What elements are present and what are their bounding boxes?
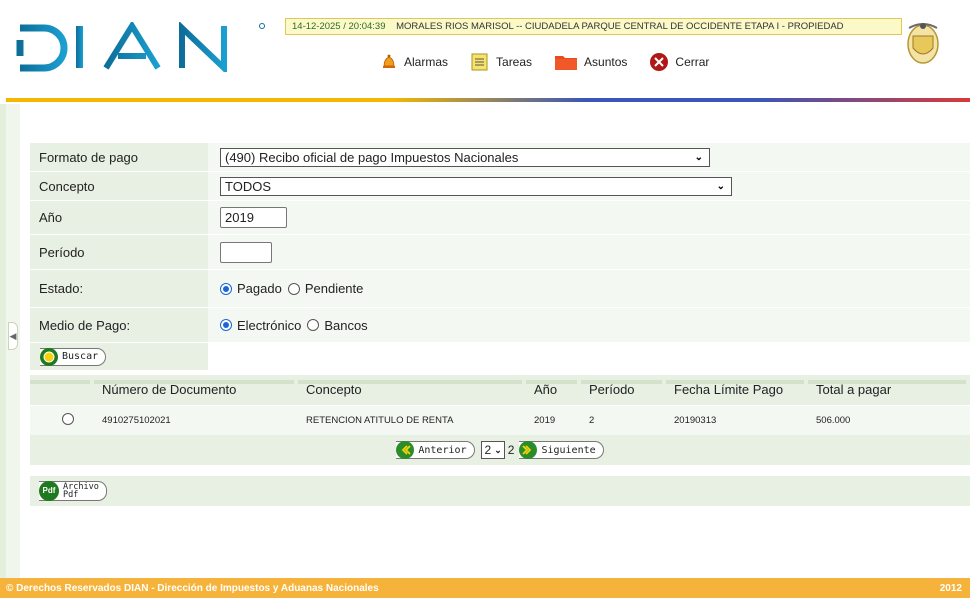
- buscar-label: Buscar: [62, 351, 99, 362]
- medio-bancos-radio[interactable]: Bancos: [307, 317, 368, 333]
- coat-of-arms-icon: [907, 23, 939, 64]
- radio-empty-icon: [62, 412, 74, 425]
- cell-periodo: 2: [581, 404, 666, 435]
- cerrar-button[interactable]: Cerrar: [649, 52, 709, 72]
- cell-anio: 2019: [526, 404, 581, 435]
- dian-logo: [16, 22, 265, 72]
- buscar-row: Buscar: [30, 343, 970, 371]
- arrow-left-icon: [396, 441, 415, 459]
- search-go-icon: [40, 347, 58, 366]
- medio-electronico-label: Electrónico: [237, 317, 302, 333]
- arrow-right-icon: [519, 441, 538, 459]
- periodo-input[interactable]: [220, 241, 272, 263]
- search-form: Formato de pago (490) Recibo oficial de …: [30, 143, 970, 371]
- estado-pagado-label: Pagado: [237, 281, 282, 296]
- periodo-row: Período: [30, 235, 970, 270]
- dian-page: 14-12-2025 / 20:04:39 MORALES RIOS MARIS…: [0, 0, 970, 598]
- header-toolbar: Alarmas Tareas Asuntos Cerrar: [380, 51, 731, 73]
- estado-label: Estado:: [30, 270, 208, 307]
- anio-row: Año 2019: [30, 201, 970, 235]
- session-info-bar: 14-12-2025 / 20:04:39 MORALES RIOS MARIS…: [285, 18, 902, 35]
- alarmas-label: Alarmas: [404, 55, 449, 69]
- pdf-label: Pdf: [63, 490, 79, 500]
- radio-empty-icon: [287, 282, 300, 295]
- buscar-button[interactable]: Buscar: [40, 347, 107, 366]
- folder-icon: [555, 56, 578, 70]
- export-row: Pdf Archivo Pdf: [30, 476, 970, 506]
- estado-pendiente-label: Pendiente: [304, 281, 364, 296]
- medio-label: Medio de Pago:: [30, 308, 208, 342]
- tasks-icon: [471, 53, 488, 71]
- results-header-row: Número de Documento Concepto Año Período…: [30, 375, 970, 405]
- chevron-down-icon: ⌄: [494, 444, 502, 455]
- medio-bancos-label: Bancos: [324, 317, 368, 333]
- col-total: Total a pagar: [808, 375, 970, 405]
- concepto-select[interactable]: TODOS ⌄: [220, 176, 732, 196]
- chevron-down-icon: ⌄: [716, 180, 725, 192]
- radio-selected-icon: [220, 319, 232, 331]
- chevron-down-icon: ⌄: [694, 151, 703, 163]
- bell-icon: [383, 54, 395, 68]
- concepto-label: Concepto: [30, 172, 208, 200]
- anterior-button[interactable]: Anterior: [396, 441, 475, 459]
- page-select-value: 2: [484, 443, 492, 457]
- footer-year: 2012: [939, 582, 962, 594]
- asuntos-label: Asuntos: [584, 55, 628, 69]
- formato-row: Formato de pago (490) Recibo oficial de …: [30, 143, 970, 172]
- concepto-selected-value: TODOS: [225, 178, 271, 194]
- col-anio: Año: [526, 375, 581, 405]
- radio-selected-icon: [220, 282, 232, 295]
- alarmas-button[interactable]: Alarmas: [380, 53, 448, 71]
- collapse-panel-icon[interactable]: ◀: [8, 322, 18, 350]
- anterior-label: Anterior: [418, 444, 467, 456]
- cell-concepto: RETENCION ATITULO DE RENTA: [298, 404, 526, 435]
- anio-input[interactable]: 2019: [220, 207, 287, 228]
- cerrar-label: Cerrar: [675, 55, 710, 69]
- cell-total: 506.000: [808, 404, 970, 435]
- pdf-icon: Pdf: [39, 481, 59, 501]
- estado-row: Estado: Pagado Pendiente: [30, 270, 970, 308]
- cell-fecha: 20190313: [666, 404, 808, 435]
- formato-select[interactable]: (490) Recibo oficial de pago Impuestos N…: [220, 147, 710, 167]
- col-periodo: Período: [581, 375, 666, 405]
- col-numero-documento: Número de Documento: [94, 375, 298, 405]
- medio-row: Medio de Pago: Electrónico Bancos: [30, 308, 970, 343]
- current-page: 2: [507, 443, 515, 457]
- close-icon: [650, 53, 669, 71]
- siguiente-button[interactable]: Siguiente: [519, 441, 604, 459]
- tareas-button[interactable]: Tareas: [470, 52, 532, 72]
- pagination: Anterior 2 ⌄ 2 Siguiente: [30, 435, 970, 465]
- session-timestamp: 14-12-2025 / 20:04:39: [292, 21, 386, 32]
- cell-numero: 4910275102021: [94, 404, 298, 435]
- tareas-label: Tareas: [496, 55, 533, 69]
- periodo-label: Período: [30, 235, 208, 269]
- session-user-info: MORALES RIOS MARISOL -- CIUDADELA PARQUE…: [396, 21, 844, 32]
- formato-selected-value: (490) Recibo oficial de pago Impuestos N…: [225, 149, 519, 165]
- siguiente-label: Siguiente: [541, 444, 596, 456]
- estado-pagado-radio[interactable]: Pagado: [220, 281, 282, 296]
- col-fecha-limite: Fecha Límite Pago: [666, 375, 808, 405]
- copyright-text: © Derechos Reservados DIAN - Dirección d…: [6, 582, 379, 594]
- row-select-radio[interactable]: [62, 412, 79, 425]
- page-select[interactable]: 2 ⌄: [480, 441, 505, 459]
- estado-pendiente-radio[interactable]: Pendiente: [287, 281, 364, 296]
- formato-label: Formato de pago: [30, 143, 208, 171]
- concepto-row: Concepto TODOS ⌄: [30, 172, 970, 201]
- footer: © Derechos Reservados DIAN - Dirección d…: [0, 578, 970, 598]
- results-table: Número de Documento Concepto Año Período…: [30, 375, 970, 435]
- header-divider: [6, 98, 970, 102]
- table-row[interactable]: 4910275102021 RETENCION ATITULO DE RENTA…: [30, 404, 970, 435]
- asuntos-button[interactable]: Asuntos: [554, 53, 627, 71]
- results-panel: Número de Documento Concepto Año Período…: [30, 375, 970, 465]
- anio-label: Año: [30, 201, 208, 234]
- radio-empty-icon: [307, 319, 320, 331]
- archivo-pdf-button[interactable]: Pdf Archivo Pdf: [39, 481, 107, 501]
- col-concepto: Concepto: [298, 375, 526, 405]
- medio-electronico-radio[interactable]: Electrónico: [220, 318, 301, 333]
